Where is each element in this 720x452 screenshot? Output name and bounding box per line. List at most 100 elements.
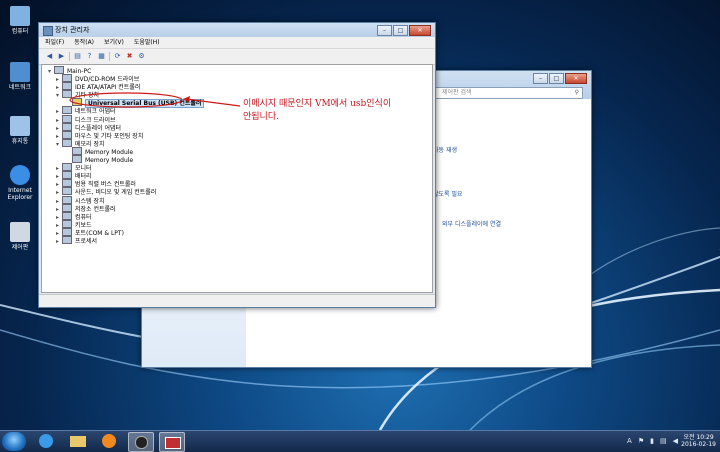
control-panel-link[interactable]: 자동 재생 (433, 145, 457, 154)
desktop-icon-network[interactable]: 네트워크 (3, 62, 37, 91)
tree-item[interactable]: ▸ 키보드 (56, 219, 92, 229)
search-box[interactable]: 제어판 검색 ⚲ (429, 87, 583, 99)
device-category-icon (62, 227, 72, 236)
desktop-icon-control-panel[interactable]: 제어판 (3, 222, 37, 251)
forward-icon[interactable]: ▶ (57, 52, 66, 61)
device-category-icon (62, 179, 72, 188)
network-icon[interactable]: ▤ (660, 437, 667, 445)
help-icon[interactable]: ? (85, 52, 94, 61)
tree-root[interactable]: ▾ Main-PC (48, 66, 91, 75)
annotation-text: 이메시지 때문인지 VM에서 usb인식이 안됩니다. (243, 98, 391, 124)
tree-item[interactable]: ▸ 저장소 컨트롤러 (56, 203, 116, 213)
clock-time: 오전 10:29 (683, 434, 714, 441)
device-category-icon (62, 122, 72, 131)
tree-item[interactable]: ▾ 메모리 장치 (56, 138, 105, 148)
internet-explorer-icon (10, 165, 30, 185)
clock-date: 2016-02-19 (681, 441, 716, 448)
tree-item[interactable]: ▸ 네트워크 어댑터 (56, 106, 116, 115)
tree-item[interactable]: ▸ DVD/CD-ROM 드라이브 (56, 74, 139, 83)
tree-item[interactable]: ▾ 기타 장치 (56, 90, 99, 99)
device-manager-titlebar[interactable]: 장치 관리자 – □ ✕ (39, 23, 435, 37)
device-category-icon (62, 90, 72, 99)
tree-item[interactable]: Memory Module (66, 155, 133, 164)
tree-item-label: 프로세서 (75, 238, 98, 245)
power-icon[interactable]: ▮ (650, 437, 654, 445)
desktop-icon-label: Internet Explorer (7, 187, 33, 201)
action-center-icon[interactable]: ⚑ (638, 437, 644, 445)
minimize-button[interactable]: – (533, 73, 548, 84)
maximize-button[interactable]: □ (393, 25, 408, 36)
update-icon[interactable]: ⟳ (113, 52, 122, 61)
tree-item[interactable]: ▸ 디스크 드라이브 (56, 114, 116, 124)
window-controls: – □ ✕ (377, 25, 431, 36)
taskbar-ie[interactable] (34, 432, 58, 450)
search-placeholder: 제어판 검색 (442, 89, 472, 96)
computer-icon (10, 6, 30, 26)
tree-item[interactable]: ▸ 마우스 및 기타 포인팅 장치 (56, 130, 143, 140)
uninstall-icon[interactable]: ⚙ (137, 52, 146, 61)
tree-item[interactable]: ▸ IDE ATA/ATAPI 컨트롤러 (56, 82, 140, 91)
tree-item[interactable]: ▸ 포트(COM & LPT) (56, 227, 124, 237)
tree-item[interactable]: ▸ 프로세서 (56, 236, 98, 245)
device-category-icon (62, 171, 72, 180)
device-category-icon (62, 82, 72, 91)
close-button[interactable]: ✕ (409, 25, 431, 36)
language-icon[interactable]: A (627, 437, 632, 445)
close-button[interactable]: ✕ (565, 73, 587, 84)
taskbar: A ⚑ ▮ ▤ ◀ 오전 10:29 2016-02-19 (0, 430, 720, 452)
recycle-bin-icon (10, 116, 30, 136)
device-category-icon (62, 106, 72, 115)
menu-help[interactable]: 도움말(H) (134, 37, 160, 48)
device-category-icon (72, 146, 82, 155)
desktop-icon-label: 네트워크 (8, 84, 32, 91)
menu-action[interactable]: 동작(A) (74, 37, 94, 48)
control-panel-link[interactable]: 않도록 필요 (433, 189, 463, 198)
tree-item[interactable]: ▸ 모니터 (56, 163, 92, 172)
device-category-icon (62, 187, 72, 196)
clock[interactable]: 오전 10:29 2016-02-19 (681, 434, 716, 448)
desktop-icon-label: 컴퓨터 (11, 28, 29, 35)
device-category-icon (62, 74, 72, 82)
computer-icon (54, 66, 64, 74)
disable-icon[interactable]: ✖ (125, 52, 134, 61)
search-icon: ⚲ (574, 89, 579, 96)
scan-icon[interactable]: ▦ (97, 52, 106, 61)
tree-item-selected[interactable]: Universal Serial Bus (USB) 컨트롤러 (66, 98, 205, 109)
desktop-icon-recycle-bin[interactable]: 휴지통 (3, 116, 37, 145)
tree-item[interactable]: ▸ 사운드, 비디오 및 게임 컨트롤러 (56, 187, 156, 196)
start-button[interactable] (2, 432, 26, 451)
desktop-icon-computer[interactable]: 컴퓨터 (3, 6, 37, 35)
window-title: 장치 관리자 (55, 26, 90, 34)
back-icon[interactable]: ◀ (45, 52, 54, 61)
toolbar-divider (109, 52, 110, 61)
properties-icon[interactable]: ▤ (73, 52, 82, 61)
volume-icon[interactable]: ◀ (673, 437, 678, 445)
menu-view[interactable]: 보기(V) (104, 37, 124, 48)
tree-item[interactable]: ▸ 디스플레이 어댑터 (56, 122, 121, 132)
tree-item[interactable]: Memory Module (66, 146, 133, 156)
annotation-line: 안됩니다. (243, 112, 279, 122)
maximize-button[interactable]: □ (549, 73, 564, 84)
menu-bar: 파일(F) 동작(A) 보기(V) 도움말(H) (39, 37, 435, 49)
tree-item[interactable]: ▸ 범용 직렬 버스 컨트롤러 (56, 179, 136, 188)
taskbar-explorer[interactable] (66, 432, 90, 450)
tree-item[interactable]: ▸ 컴퓨터 (56, 211, 92, 221)
device-category-icon (72, 155, 82, 163)
desktop-icon-label: 휴지통 (11, 138, 29, 145)
folder-icon (70, 436, 86, 447)
menu-file[interactable]: 파일(F) (45, 37, 64, 48)
window-controls: – □ ✕ (533, 73, 587, 84)
link-text: 않도록 필요 (433, 191, 463, 198)
taskbar-device-manager[interactable] (159, 432, 185, 452)
device-manager-window[interactable]: 장치 관리자 – □ ✕ 파일(F) 동작(A) 보기(V) 도움말(H) ◀ … (38, 22, 436, 308)
desktop-icon-internet-explorer[interactable]: Internet Explorer (3, 165, 37, 201)
tree-item[interactable]: ▸ 배터리 (56, 171, 92, 180)
taskbar-media-player[interactable] (97, 432, 121, 450)
minimize-button[interactable]: – (377, 25, 392, 36)
webcam-icon (135, 436, 148, 449)
control-panel-link[interactable]: 외부 디스플레이에 연결 (442, 219, 501, 228)
device-category-icon (62, 138, 72, 147)
tree-item[interactable]: ▸ 시스템 장치 (56, 195, 105, 205)
device-category-icon (62, 236, 72, 244)
taskbar-app[interactable] (128, 432, 154, 452)
